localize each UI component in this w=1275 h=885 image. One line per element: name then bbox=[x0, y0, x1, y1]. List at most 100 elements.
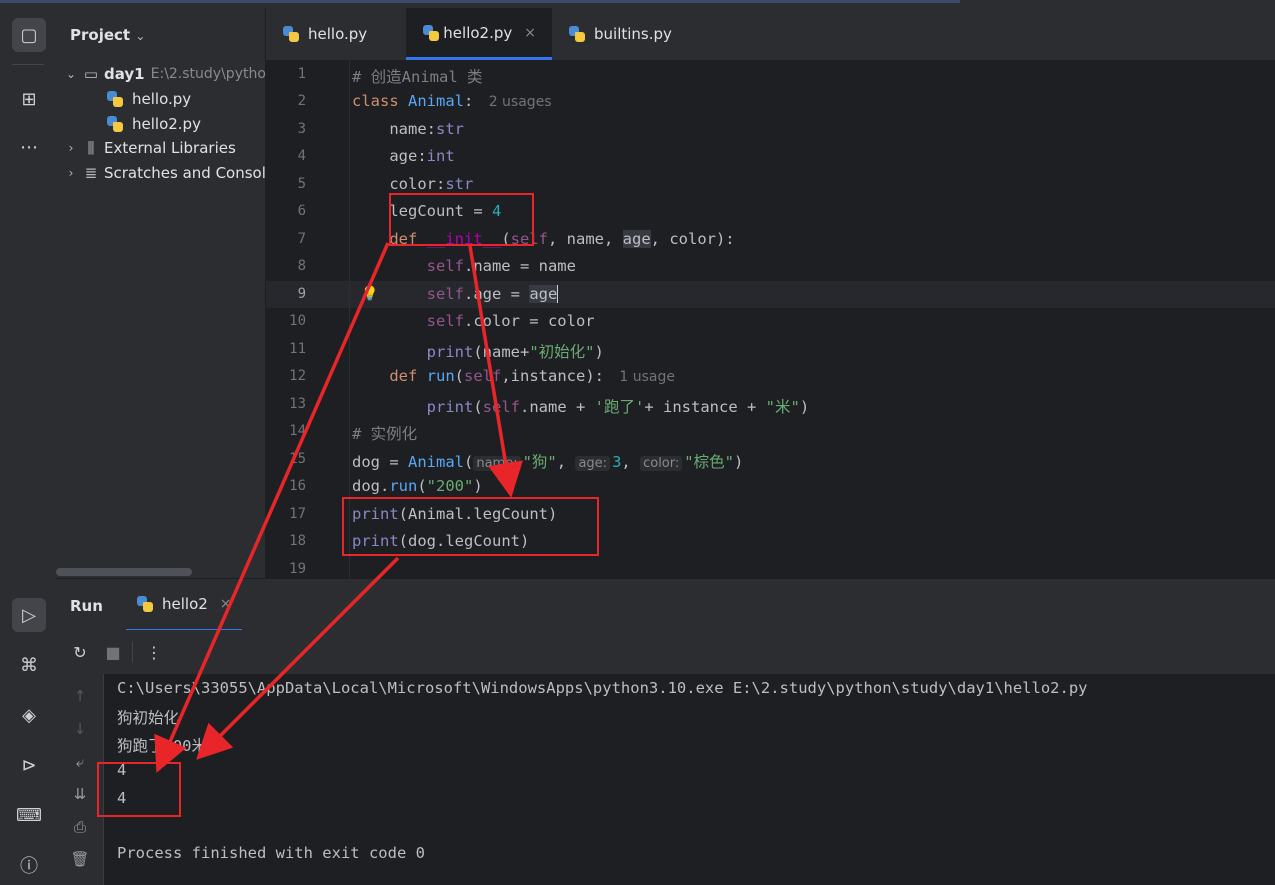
folder-icon: ▭ bbox=[83, 65, 99, 83]
trash-icon[interactable]: 🗑 bbox=[68, 847, 92, 871]
line-number: 7 bbox=[297, 231, 306, 247]
python-file-icon bbox=[422, 24, 440, 42]
tool-window-strip: ▢ ⊞ ⋯ ▷ ⌘ ◈ ⊳ ⌨ ⓘ bbox=[0, 8, 57, 885]
tree-item-path: E:\2.study\pytho bbox=[150, 66, 266, 82]
line-number: 8 bbox=[297, 258, 306, 274]
stop-icon[interactable]: ■ bbox=[101, 640, 125, 664]
tree-item-label: day1 bbox=[104, 65, 145, 83]
problems-icon[interactable]: ⓘ bbox=[12, 848, 46, 882]
param-hint: name: bbox=[473, 456, 521, 471]
library-icon: ⫼ bbox=[87, 139, 95, 157]
line-number: 5 bbox=[297, 176, 306, 192]
run-icon[interactable]: ▷ bbox=[12, 598, 46, 632]
code-line: dog.run("200") bbox=[352, 477, 483, 495]
code-line: # 实例化 bbox=[352, 425, 418, 443]
line-number: 16 bbox=[289, 478, 306, 494]
code-line: self.name = name bbox=[426, 257, 576, 275]
python-file-icon bbox=[106, 90, 124, 108]
console-line: 狗跑了200米 bbox=[117, 737, 207, 755]
tree-item-label: External Libraries bbox=[104, 139, 236, 157]
code-line: age:int bbox=[389, 147, 455, 165]
close-icon[interactable]: × bbox=[524, 25, 536, 41]
tab-label: hello.py bbox=[308, 25, 368, 43]
close-icon[interactable]: × bbox=[220, 596, 232, 612]
line-number: 13 bbox=[289, 396, 306, 412]
line-number: 9 bbox=[297, 286, 306, 302]
tree-item-label: Scratches and Consol bbox=[104, 164, 266, 182]
code-line: print(self.name + '跑了'+ instance + "米") bbox=[426, 398, 810, 416]
tab-hello2[interactable]: hello2.py × bbox=[406, 8, 552, 60]
code-line: dog = Animal(name: "狗", age: 3, color: "棕色"… bbox=[352, 453, 744, 471]
tab-builtins[interactable]: builtins.py bbox=[552, 8, 706, 60]
more-icon[interactable]: ⋯ bbox=[12, 130, 46, 164]
code-line: self.age = age bbox=[426, 285, 559, 303]
line-number: 6 bbox=[297, 203, 306, 219]
python-file-icon bbox=[136, 595, 154, 613]
line-number: 3 bbox=[297, 121, 306, 137]
chevron-down-icon[interactable]: ⌄ bbox=[64, 67, 78, 81]
run-console[interactable]: C:\Users\33055\AppData\Local\Microsoft\W… bbox=[104, 674, 1275, 885]
line-number: 14 bbox=[289, 423, 306, 439]
scroll-to-end-icon[interactable]: ⇊ bbox=[68, 782, 92, 806]
tree-item-label: hello.py bbox=[132, 90, 192, 108]
param-hint: color: bbox=[640, 456, 683, 471]
layers-icon[interactable]: ◈ bbox=[12, 698, 46, 732]
run-tab-hello2[interactable]: hello2 × bbox=[126, 579, 242, 631]
title-strip bbox=[0, 0, 1275, 8]
tree-item-hello2[interactable]: hello2.py bbox=[106, 112, 201, 136]
arrow-down-icon[interactable]: ↓ bbox=[68, 717, 92, 741]
soft-wrap-icon[interactable]: ⤶ bbox=[68, 750, 92, 774]
python-file-icon bbox=[106, 115, 124, 133]
usage-hint[interactable]: 1 usage bbox=[619, 369, 675, 385]
scratches-icon: ≣ bbox=[84, 164, 98, 182]
console-line: C:\Users\33055\AppData\Local\Microsoft\W… bbox=[117, 679, 1088, 697]
rerun-icon[interactable]: ↻ bbox=[68, 640, 92, 664]
arrow-up-icon[interactable]: ↑ bbox=[68, 684, 92, 708]
terminal-icon[interactable]: ⌨ bbox=[12, 798, 46, 832]
console-line: Process finished with exit code 0 bbox=[117, 844, 425, 862]
line-number: 1 bbox=[297, 66, 306, 82]
tab-label: builtins.py bbox=[594, 25, 672, 43]
usage-hint[interactable]: 2 usages bbox=[489, 94, 552, 110]
code-line: color:str bbox=[389, 175, 474, 193]
more-vertical-icon[interactable]: ⋮ bbox=[142, 640, 166, 664]
structure-icon[interactable]: ⊞ bbox=[12, 82, 46, 116]
tree-item-label: hello2.py bbox=[132, 115, 201, 133]
editor-tab-bar: hello.py hello2.py × builtins.py bbox=[266, 8, 1275, 61]
tree-item-day1[interactable]: ⌄ ▭ day1 E:\2.study\pytho bbox=[64, 62, 266, 86]
console-line: 狗初始化 bbox=[117, 709, 180, 727]
python-console-icon[interactable]: ⌘ bbox=[12, 648, 46, 682]
line-number: 18 bbox=[289, 533, 306, 549]
tree-item-external-libraries[interactable]: › ⫼ External Libraries bbox=[64, 136, 236, 160]
python-file-icon bbox=[568, 25, 586, 43]
project-panel: Project ⌄ ⌄ ▭ day1 E:\2.study\pytho hell… bbox=[56, 8, 266, 578]
services-icon[interactable]: ⊳ bbox=[12, 748, 46, 782]
horizontal-scrollbar[interactable] bbox=[56, 568, 192, 576]
line-number: 4 bbox=[297, 148, 306, 164]
code-line: class Animal: 2 usages bbox=[352, 92, 552, 110]
tab-hello[interactable]: hello.py bbox=[266, 8, 406, 60]
annotation-box-print-calls bbox=[342, 497, 599, 556]
line-number: 11 bbox=[289, 341, 306, 357]
print-icon[interactable]: ⎙ bbox=[68, 815, 92, 839]
project-title[interactable]: Project ⌄ bbox=[70, 26, 145, 44]
run-tab-label: hello2 bbox=[162, 595, 208, 613]
code-line: # 创造Animal 类 bbox=[352, 68, 483, 86]
line-number: 17 bbox=[289, 506, 306, 522]
chevron-right-icon[interactable]: › bbox=[64, 141, 78, 155]
tree-item-hello[interactable]: hello.py bbox=[106, 87, 191, 111]
line-number: 10 bbox=[289, 313, 306, 329]
chevron-right-icon[interactable]: › bbox=[64, 166, 78, 180]
line-number: 12 bbox=[289, 368, 306, 384]
tab-label: hello2.py bbox=[443, 23, 513, 42]
run-toolbar: ↻ ■ ⋮ bbox=[56, 630, 1275, 674]
run-panel-title: Run bbox=[70, 597, 103, 615]
annotation-box-legcount bbox=[389, 193, 534, 246]
code-line: self.color = color bbox=[426, 312, 595, 330]
code-line: name:str bbox=[389, 120, 464, 138]
code-line: print(name+"初始化") bbox=[426, 343, 604, 361]
folder-icon[interactable]: ▢ bbox=[12, 18, 46, 52]
tree-item-scratches[interactable]: › ≣ Scratches and Consol bbox=[64, 161, 266, 185]
code-line: def run(self,instance): 1 usage bbox=[389, 367, 675, 385]
line-number: 2 bbox=[297, 93, 306, 109]
